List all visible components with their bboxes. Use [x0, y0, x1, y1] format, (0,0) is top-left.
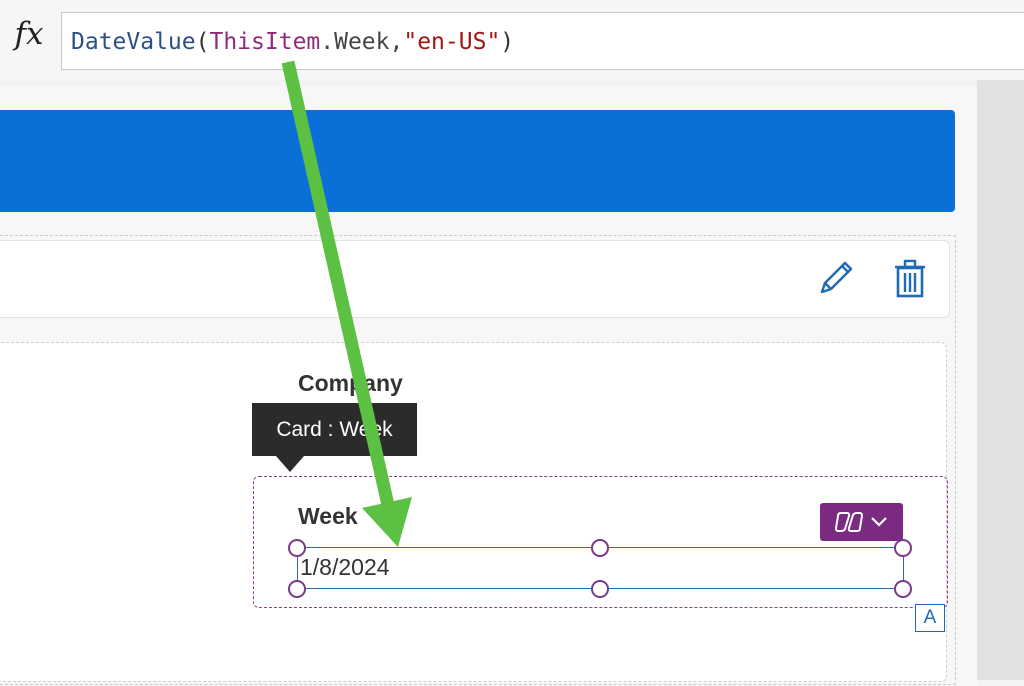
text-input-type-badge: A — [915, 604, 945, 632]
resize-handle-bottom-right[interactable] — [894, 580, 912, 598]
formula-open-paren: ( — [195, 29, 210, 55]
pencil-icon[interactable] — [814, 258, 856, 300]
copilot-icon — [834, 512, 864, 532]
formula-function-token: DateValue — [71, 29, 196, 55]
formula-identifier-token: ThisItem — [209, 29, 321, 55]
company-label: Company — [298, 370, 403, 396]
gallery-row[interactable] — [0, 240, 950, 318]
resize-handle-top-right[interactable] — [894, 539, 912, 557]
resize-handle-top-center[interactable] — [591, 539, 609, 557]
formula-close-paren: ) — [500, 29, 515, 55]
tooltip-tail — [276, 456, 304, 472]
fx-icon[interactable]: fx — [8, 14, 50, 54]
resize-handle-bottom-left[interactable] — [288, 580, 306, 598]
canvas-gutter — [977, 80, 1024, 680]
week-label: Week — [298, 503, 358, 529]
formula-property-token: .Week, — [320, 29, 404, 55]
card-tooltip: Card : Week — [252, 403, 417, 456]
trash-icon[interactable] — [892, 258, 928, 300]
header-bar[interactable] — [0, 110, 955, 212]
resize-handle-top-left[interactable] — [288, 539, 306, 557]
chevron-down-icon — [871, 517, 887, 527]
formula-bar: fx DateValue(ThisItem.Week,"en-US") — [0, 0, 1024, 80]
formula-string-token: "en-US" — [403, 29, 501, 55]
copilot-button[interactable] — [820, 503, 903, 541]
formula-input[interactable]: DateValue(ThisItem.Week,"en-US") — [61, 12, 1024, 70]
resize-handle-bottom-center[interactable] — [591, 580, 609, 598]
